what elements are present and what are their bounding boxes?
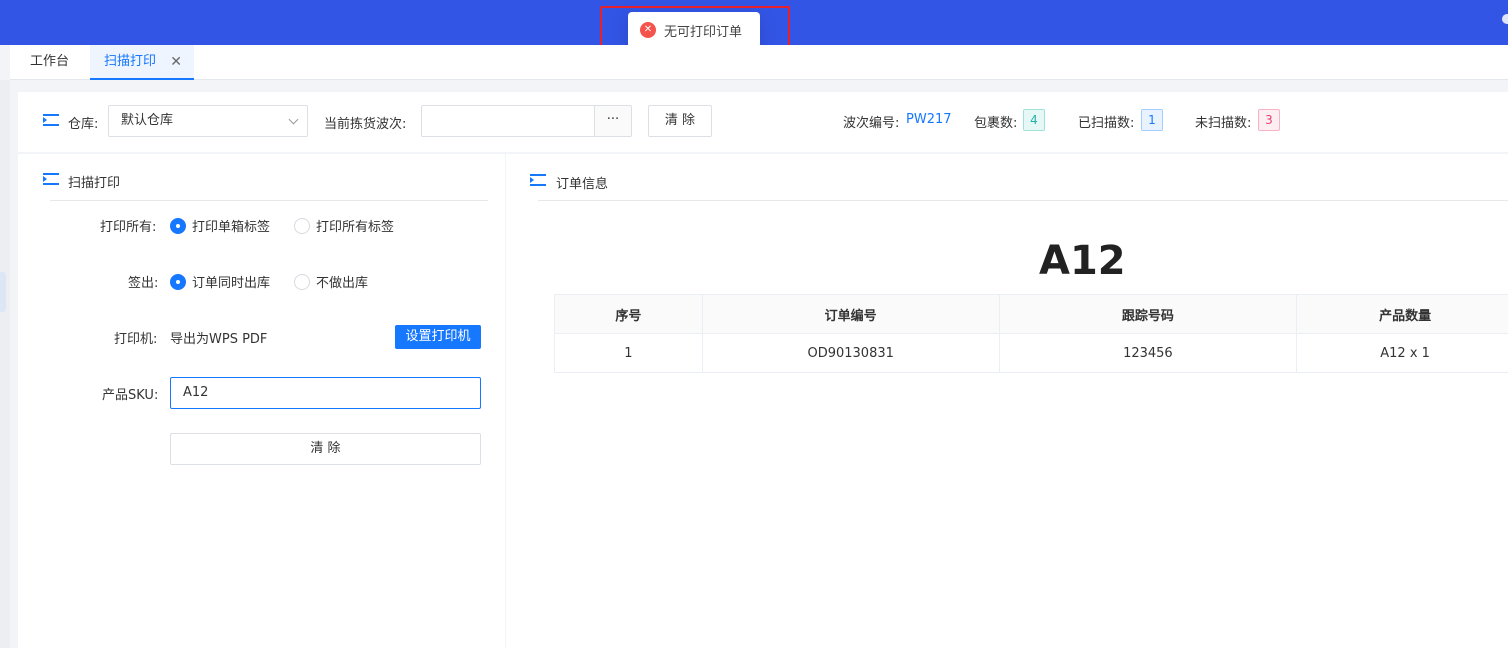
close-icon[interactable]: ✕ xyxy=(170,45,182,79)
wave-input[interactable] xyxy=(421,105,595,137)
filter-bar: 仓库: 默认仓库 当前拣货波次: ··· 清 除 波次编号: PW217 包裹数… xyxy=(18,92,1508,152)
warehouse-select[interactable]: 默认仓库 xyxy=(108,105,308,137)
table-row[interactable]: 1 OD90130831 123456 A12 x 1 xyxy=(554,333,1508,373)
clear-wave-button[interactable]: 清 除 xyxy=(648,105,712,137)
tab-label: 扫描打印 xyxy=(104,54,157,69)
panel-title: 扫描打印 xyxy=(68,176,121,191)
chevron-down-icon xyxy=(288,114,299,125)
sku-label: 产品SKU: xyxy=(102,388,159,403)
checkout-label: 签出: xyxy=(128,276,159,291)
scanned-count-badge: 1 xyxy=(1141,109,1163,131)
unscanned-count-badge: 3 xyxy=(1258,109,1280,131)
print-single-box-option[interactable]: 打印单箱标签 xyxy=(170,216,270,235)
checkout-with-order-option[interactable]: 订单同时出库 xyxy=(170,272,270,291)
package-count-label: 包裹数: xyxy=(974,116,1018,131)
wave-no-label: 波次编号: xyxy=(843,116,900,131)
tab-scan-print[interactable]: 扫描打印 ✕ xyxy=(90,45,194,80)
wave-no-value: PW217 xyxy=(906,112,952,127)
print-all-labels-option[interactable]: 打印所有标签 xyxy=(294,216,394,235)
panel-title: 订单信息 xyxy=(556,177,609,192)
radio-icon[interactable] xyxy=(294,273,310,290)
radio-icon[interactable] xyxy=(294,217,310,234)
warehouse-value: 默认仓库 xyxy=(121,113,174,128)
print-all-label: 打印所有: xyxy=(100,220,157,235)
error-toast: ✕ 无可打印订单 xyxy=(628,12,760,48)
order-info-panel: 订单信息 A12 序号 订单编号 跟踪号码 产品数量 1 OD90130831 … xyxy=(506,154,1508,648)
order-table: 序号 订单编号 跟踪号码 产品数量 1 OD90130831 123456 A1… xyxy=(554,294,1508,373)
user-avatar[interactable] xyxy=(1502,14,1508,24)
table-cell: A12 x 1 xyxy=(1296,333,1508,373)
table-cell: 123456 xyxy=(998,333,1298,373)
rail-handle[interactable] xyxy=(0,272,6,312)
warehouse-label: 仓库: xyxy=(68,117,99,132)
left-rail xyxy=(0,80,10,648)
table-cell: 1 xyxy=(554,333,703,373)
scanned-count-label: 已扫描数: xyxy=(1078,116,1135,131)
radio-icon[interactable] xyxy=(170,273,186,290)
package-count-badge: 4 xyxy=(1023,109,1045,131)
tab-workbench[interactable]: 工作台 xyxy=(30,45,69,80)
column-header: 订单编号 xyxy=(701,294,1000,334)
scan-print-panel: 扫描打印 打印所有: 打印单箱标签 打印所有标签 签出: 订单同时出库 不做出库… xyxy=(18,154,505,648)
error-circle-icon: ✕ xyxy=(640,22,656,38)
tab-bar: 工作台 扫描打印 ✕ xyxy=(10,45,1508,80)
sku-heading: A12 xyxy=(1039,238,1126,284)
unscanned-count-label: 未扫描数: xyxy=(1195,116,1252,131)
clear-sku-button[interactable]: 清 除 xyxy=(170,433,481,465)
menu-indent-icon xyxy=(530,174,546,186)
panel-divider xyxy=(50,200,488,201)
column-header: 产品数量 xyxy=(1296,294,1508,334)
column-header: 序号 xyxy=(554,294,703,334)
sku-input[interactable]: A12 xyxy=(170,377,481,409)
table-cell: OD90130831 xyxy=(701,333,1000,373)
toast-message: 无可打印订单 xyxy=(664,24,743,40)
panel-divider xyxy=(538,200,1508,201)
no-checkout-option[interactable]: 不做出库 xyxy=(294,272,368,291)
set-printer-button[interactable]: 设置打印机 xyxy=(395,325,481,349)
radio-icon[interactable] xyxy=(170,217,186,234)
wave-label: 当前拣货波次: xyxy=(324,117,407,132)
column-header: 跟踪号码 xyxy=(998,294,1298,334)
wave-picker-button[interactable]: ··· xyxy=(594,105,632,137)
printer-label: 打印机: xyxy=(114,332,158,347)
menu-indent-icon xyxy=(43,173,59,185)
menu-indent-icon xyxy=(43,114,59,126)
table-header-row: 序号 订单编号 跟踪号码 产品数量 xyxy=(554,294,1508,334)
printer-value: 导出为WPS PDF xyxy=(170,332,268,347)
